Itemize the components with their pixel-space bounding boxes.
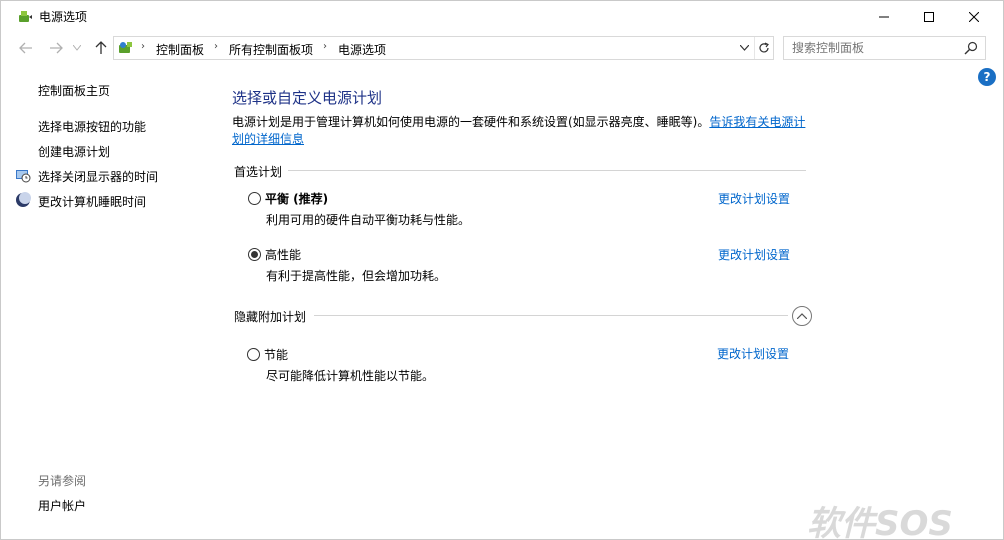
forward-button[interactable] <box>46 38 66 58</box>
arrow-left-icon <box>19 42 32 54</box>
moon-sleep-icon <box>16 192 31 207</box>
watermark: 软件SOS <box>807 504 953 540</box>
help-icon[interactable]: ? <box>978 68 996 86</box>
minimize-button[interactable] <box>861 1 907 32</box>
sidebar-item-control-panel-home[interactable]: 控制面板主页 <box>38 82 110 99</box>
breadcrumb-power-options[interactable]: 电源选项 <box>338 41 386 58</box>
breadcrumb-control-panel[interactable]: 控制面板 <box>156 41 204 58</box>
sidebar-item-create-plan[interactable]: 创建电源计划 <box>38 143 110 160</box>
plan-desc-high-performance: 有利于提高性能，但会增加功耗。 <box>266 269 447 283</box>
plan-radio-high-performance[interactable] <box>248 248 261 261</box>
hidden-plans-heading: 隐藏附加计划 <box>234 310 307 324</box>
monitor-clock-icon <box>16 170 31 183</box>
plan-name-high-performance[interactable]: 高性能 <box>265 246 301 263</box>
description-text: 电源计划是用于管理计算机如何使用电源的一套硬件和系统设置(如显示器亮度、睡眠等)… <box>232 115 710 129</box>
sidebar-item-display-off-time[interactable]: 选择关闭显示器的时间 <box>38 168 158 185</box>
change-plan-settings-link-balanced[interactable]: 更改计划设置 <box>718 190 790 207</box>
page-title: 选择或自定义电源计划 <box>232 89 383 107</box>
navigation-bar: › 控制面板 › 所有控制面板项 › 电源选项 <box>1 35 1003 61</box>
recent-locations-button[interactable] <box>67 38 87 58</box>
search-icon[interactable] <box>964 41 978 55</box>
arrow-right-icon <box>50 42 63 54</box>
breadcrumb-separator: › <box>214 41 218 52</box>
refresh-icon <box>759 42 769 53</box>
address-bar[interactable]: › 控制面板 › 所有控制面板项 › 电源选项 <box>113 36 774 60</box>
minimize-icon <box>879 16 889 17</box>
see-also-heading: 另请参阅 <box>38 474 87 488</box>
close-icon <box>969 11 979 22</box>
change-plan-settings-link-high-performance[interactable]: 更改计划设置 <box>718 246 790 263</box>
sidebar-item-user-accounts[interactable]: 用户帐户 <box>38 497 86 514</box>
up-button[interactable] <box>91 38 111 58</box>
divider <box>288 170 806 171</box>
plan-name-balanced[interactable]: 平衡 (推荐) <box>265 190 328 207</box>
plan-desc-balanced: 利用可用的硬件自动平衡功耗与性能。 <box>266 213 471 227</box>
close-button[interactable] <box>951 1 997 32</box>
search-box[interactable] <box>783 36 986 60</box>
breadcrumb-separator: › <box>141 41 145 52</box>
divider <box>314 315 788 316</box>
control-panel-icon <box>119 42 132 53</box>
breadcrumb-all-items[interactable]: 所有控制面板项 <box>229 41 313 58</box>
breadcrumb-separator: › <box>323 41 327 52</box>
change-plan-settings-link-power-saver[interactable]: 更改计划设置 <box>717 345 789 362</box>
chevron-up-icon <box>797 313 807 319</box>
address-dropdown-button[interactable] <box>736 40 752 56</box>
window-title: 电源选项 <box>39 10 88 24</box>
page-description: 电源计划是用于管理计算机如何使用电源的一套硬件和系统设置(如显示器亮度、睡眠等)… <box>232 114 812 148</box>
plan-radio-power-saver[interactable] <box>247 348 260 361</box>
title-bar: 电源选项 <box>1 1 1003 32</box>
arrow-up-icon <box>95 41 107 54</box>
power-options-icon <box>19 11 32 22</box>
chevron-down-icon <box>739 45 749 51</box>
chevron-down-icon <box>73 45 81 51</box>
plan-desc-power-saver: 尽可能降低计算机性能以节能。 <box>266 369 435 383</box>
sidebar-item-sleep-time[interactable]: 更改计算机睡眠时间 <box>38 193 146 210</box>
maximize-icon <box>924 11 934 22</box>
refresh-button[interactable] <box>754 37 773 59</box>
sidebar-item-power-button[interactable]: 选择电源按钮的功能 <box>38 118 146 135</box>
maximize-button[interactable] <box>906 1 952 32</box>
power-options-window: 电源选项 › 控制面板 › 所有控制面板项 › 电源选项 搜索控制面板 ? 控制… <box>0 0 1004 540</box>
collapse-hidden-plans-button[interactable] <box>792 306 812 326</box>
plan-name-power-saver[interactable]: 节能 <box>264 346 288 363</box>
preferred-plans-heading: 首选计划 <box>234 165 283 179</box>
plan-radio-balanced[interactable] <box>248 192 261 205</box>
back-button[interactable] <box>16 38 36 58</box>
search-input[interactable] <box>792 41 957 55</box>
